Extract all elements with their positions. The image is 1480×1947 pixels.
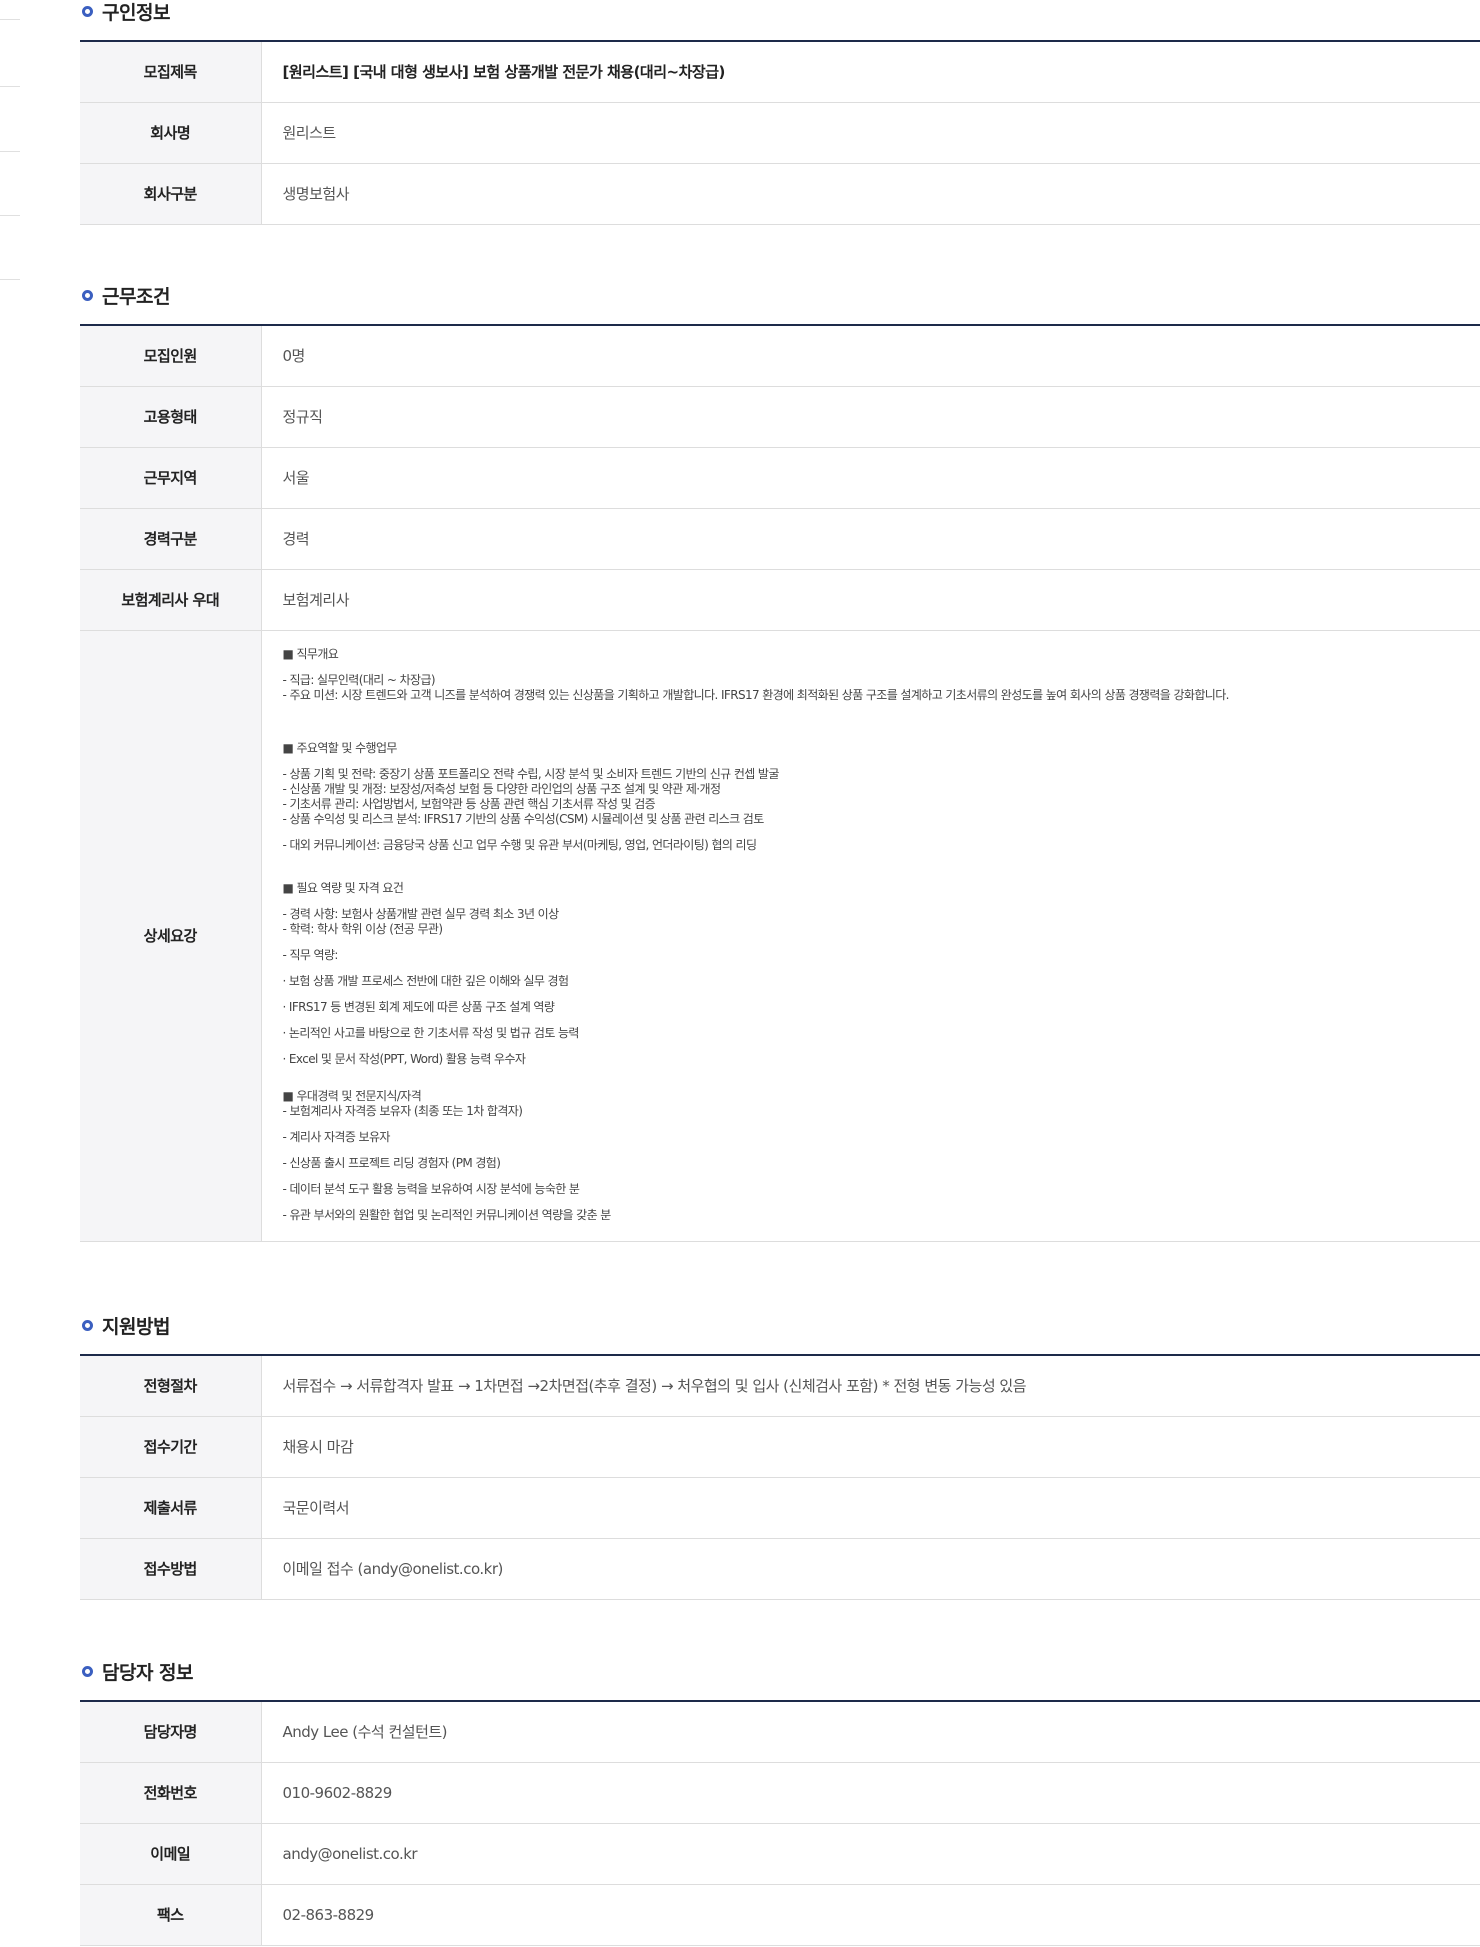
row-label: 팩스 (80, 1884, 262, 1946)
row-label: 접수기간 (80, 1416, 262, 1478)
section-title: 근무조건 (80, 284, 1480, 308)
location-value: 서울 (261, 447, 1480, 509)
detail-line: · Excel 및 문서 작성(PPT, Word) 활용 능력 우수자 (282, 1051, 526, 1066)
table-row: 회사구분 생명보험사 (80, 163, 1480, 225)
company-name-value: 원리스트 (261, 102, 1480, 164)
job-title-value: [원리스트] [국내 대형 생보사] 보험 상품개발 전문가 채용(대리~차장급… (261, 41, 1480, 103)
table-row: 경력구분 경력 (80, 508, 1480, 570)
row-label: 모집제목 (80, 41, 262, 103)
table-row: 담당자명 Andy Lee (수석 컨설턴트) (80, 1701, 1480, 1763)
circle-bullet-icon (82, 289, 93, 301)
row-label: 경력구분 (80, 508, 262, 570)
row-label: 제출서류 (80, 1477, 262, 1539)
detail-line: - 직무 역량: (282, 947, 339, 962)
row-label: 전형절차 (80, 1355, 262, 1417)
process-value: 서류접수 → 서류합격자 발표 → 1차면접 →2차면접(추후 결정) → 처우… (261, 1355, 1480, 1417)
period-value: 채용시 마감 (261, 1416, 1480, 1478)
row-label: 담당자명 (80, 1701, 262, 1763)
section-title: 지원방법 (80, 1314, 1480, 1338)
row-label: 고용형태 (80, 386, 262, 448)
employment-type-value: 정규직 (261, 386, 1480, 448)
row-label: 보험계리사 우대 (80, 569, 262, 631)
documents-value: 국문이력서 (261, 1477, 1480, 1539)
detail-heading: ■ 주요역할 및 수행업무 (282, 740, 398, 755)
detail-line: - 대외 커뮤니케이션: 금융당국 상품 신고 업무 수행 및 유관 부서(마케… (282, 837, 758, 852)
email-value: andy@onelist.co.kr (261, 1823, 1480, 1885)
circle-bullet-icon (82, 5, 93, 17)
actuary-preference-value: 보험계리사 (261, 569, 1480, 631)
detail-line: - 직급: 실무인력(대리 ~ 차장급) (282, 672, 436, 687)
detail-line: - 경력 사항: 보험사 상품개발 관련 실무 경력 최소 3년 이상 (282, 906, 560, 921)
row-label: 회사명 (80, 102, 262, 164)
detail-line: · 논리적인 사고를 바탕으로 한 기초서류 작성 및 법규 검토 능력 (282, 1025, 580, 1040)
detail-heading: ■ 우대경력 및 전문지식/자격 (282, 1088, 422, 1103)
detail-line: - 신상품 출시 프로젝트 리딩 경험자 (PM 경험) (282, 1155, 501, 1170)
detail-line: · 보험 상품 개발 프로세스 전반에 대한 깊은 이해와 실무 경험 (282, 973, 570, 988)
table-row: 모집제목 [원리스트] [국내 대형 생보사] 보험 상품개발 전문가 채용(대… (80, 41, 1480, 103)
table-row: 상세요강 ■ 직무개요 - 직급: 실무인력(대리 ~ 차장급) - 주요 미션… (80, 630, 1480, 1242)
left-divider (0, 151, 20, 152)
detail-heading: ■ 필요 역량 및 자격 요건 (282, 880, 404, 895)
section-recruit-info: 구인정보 모집제목 [원리스트] [국내 대형 생보사] 보험 상품개발 전문가… (80, 0, 1480, 225)
detail-line: - 상품 기획 및 전략: 중장기 상품 포트폴리오 전략 수립, 시장 분석 … (282, 766, 780, 781)
left-divider (0, 279, 20, 280)
table-row: 이메일 andy@onelist.co.kr (80, 1823, 1480, 1885)
row-label: 접수방법 (80, 1538, 262, 1600)
circle-bullet-icon (82, 1665, 93, 1677)
detail-line: - 학력: 학사 학위 이상 (전공 무관) (282, 921, 444, 936)
section-work-conditions: 근무조건 모집인원 0명 고용형태 정규직 근무지역 서울 경력구분 경력 보험… (80, 284, 1480, 1242)
section-title: 담당자 정보 (80, 1660, 1480, 1684)
career-type-value: 경력 (261, 508, 1480, 570)
row-label: 회사구분 (80, 163, 262, 225)
phone-value: 010-9602-8829 (261, 1762, 1480, 1824)
table-row: 제출서류 국문이력서 (80, 1477, 1480, 1539)
detail-line: - 데이터 분석 도구 활용 능력을 보유하여 시장 분석에 능숙한 분 (282, 1181, 580, 1196)
contact-name-value: Andy Lee (수석 컨설턴트) (261, 1701, 1480, 1763)
table-row: 고용형태 정규직 (80, 386, 1480, 448)
detail-line: - 상품 수익성 및 리스크 분석: IFRS17 기반의 상품 수익성(CSM… (282, 811, 765, 826)
detail-line: - 신상품 개발 및 개정: 보장성/저축성 보험 등 다양한 라인업의 상품 … (282, 781, 722, 796)
row-label: 이메일 (80, 1823, 262, 1885)
row-label: 전화번호 (80, 1762, 262, 1824)
section-apply-method: 지원방법 전형절차 서류접수 → 서류합격자 발표 → 1차면접 →2차면접(추… (80, 1314, 1480, 1600)
method-value: 이메일 접수 (andy@onelist.co.kr) (261, 1538, 1480, 1600)
table-row: 모집인원 0명 (80, 325, 1480, 387)
detail-line: - 유관 부서와의 원활한 협업 및 논리적인 커뮤니케이션 역량을 갖춘 분 (282, 1207, 612, 1222)
detail-line: · IFRS17 등 변경된 회계 제도에 따른 상품 구조 설계 역량 (282, 999, 555, 1014)
left-divider (0, 215, 20, 216)
table-row: 회사명 원리스트 (80, 102, 1480, 164)
detail-line: - 계리사 자격증 보유자 (282, 1129, 391, 1144)
left-divider (0, 86, 20, 87)
apply-method-table: 전형절차 서류접수 → 서류합격자 발표 → 1차면접 →2차면접(추후 결정)… (80, 1354, 1480, 1600)
recruit-info-table: 모집제목 [원리스트] [국내 대형 생보사] 보험 상품개발 전문가 채용(대… (80, 40, 1480, 225)
section-title: 구인정보 (80, 0, 1480, 24)
detail-line: - 보험계리사 자격증 보유자 (최종 또는 1차 합격자) (282, 1103, 523, 1118)
job-detail-content: ■ 직무개요 - 직급: 실무인력(대리 ~ 차장급) - 주요 미션: 시장 … (261, 630, 1480, 1242)
contact-info-table: 담당자명 Andy Lee (수석 컨설턴트) 전화번호 010-9602-88… (80, 1700, 1480, 1946)
fax-value: 02-863-8829 (261, 1884, 1480, 1946)
section-contact-info: 담당자 정보 담당자명 Andy Lee (수석 컨설턴트) 전화번호 010-… (80, 1660, 1480, 1946)
table-row: 팩스 02-863-8829 (80, 1884, 1480, 1946)
headcount-value: 0명 (261, 325, 1480, 387)
table-row: 접수방법 이메일 접수 (andy@onelist.co.kr) (80, 1538, 1480, 1600)
table-row: 보험계리사 우대 보험계리사 (80, 569, 1480, 631)
detail-heading: ■ 직무개요 (282, 646, 339, 661)
company-type-value: 생명보험사 (261, 163, 1480, 225)
row-label: 근무지역 (80, 447, 262, 509)
row-label: 모집인원 (80, 325, 262, 387)
row-label: 상세요강 (80, 630, 262, 1242)
table-row: 전화번호 010-9602-8829 (80, 1762, 1480, 1824)
table-row: 전형절차 서류접수 → 서류합격자 발표 → 1차면접 →2차면접(추후 결정)… (80, 1355, 1480, 1417)
left-divider (0, 19, 20, 20)
detail-line: - 기초서류 관리: 사업방법서, 보험약관 등 상품 관련 핵심 기초서류 작… (282, 796, 656, 811)
table-row: 접수기간 채용시 마감 (80, 1416, 1480, 1478)
work-conditions-table: 모집인원 0명 고용형태 정규직 근무지역 서울 경력구분 경력 보험계리사 우… (80, 324, 1480, 1242)
table-row: 근무지역 서울 (80, 447, 1480, 509)
detail-line: - 주요 미션: 시장 트렌드와 고객 니즈를 분석하여 경쟁력 있는 신상품을… (282, 687, 1230, 702)
circle-bullet-icon (82, 1319, 93, 1331)
